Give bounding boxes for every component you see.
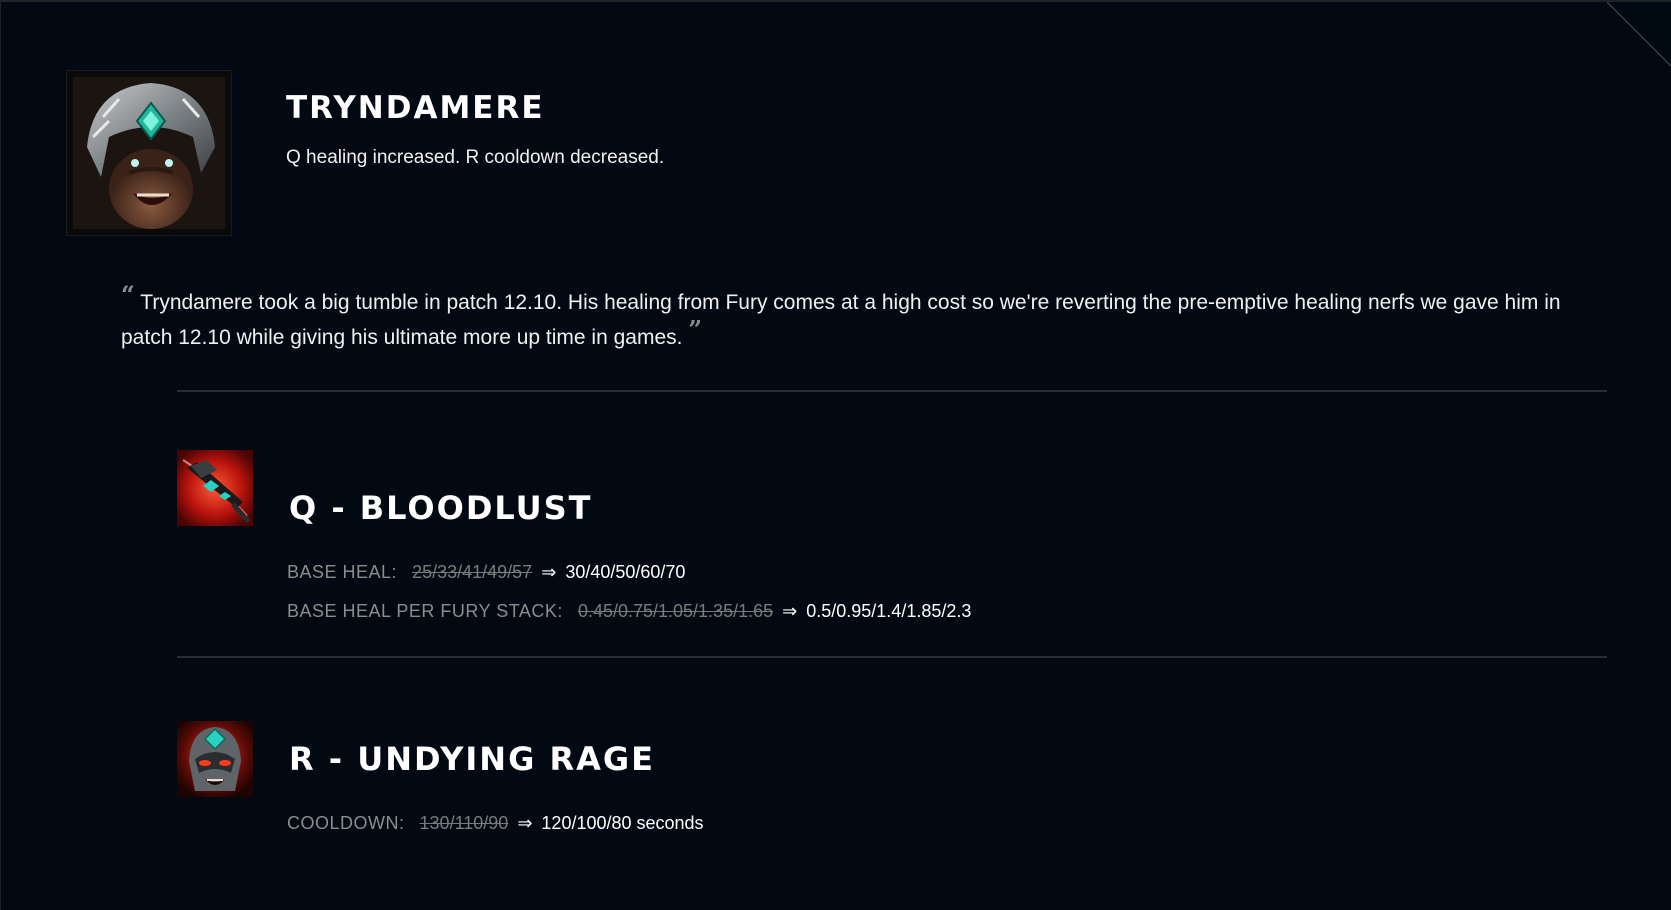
change-attribute: BASE HEAL PER FURY STACK: <box>287 601 563 621</box>
quote-text: Tryndamere took a big tumble in patch 12… <box>121 291 1561 349</box>
tryndamere-portrait-icon <box>67 71 231 235</box>
section-divider <box>177 390 1607 392</box>
section-divider <box>177 656 1607 658</box>
champion-summary: Q healing increased. R cooldown decrease… <box>286 147 665 168</box>
ability-title-q: Q - BLOODLUST <box>289 489 593 527</box>
change-arrow-icon: ⇒ <box>517 813 533 833</box>
undying-rage-ability-icon <box>177 721 253 797</box>
ability-title-r: R - UNDYING RAGE <box>289 740 655 778</box>
change-old-value: 0.45/0.75/1.05/1.35/1.65 <box>577 601 774 621</box>
change-attribute: BASE HEAL: <box>287 562 398 582</box>
panel-corner-decoration <box>1607 2 1671 66</box>
change-new-value: 120/100/80 seconds <box>541 813 704 833</box>
quote-open-mark: “ <box>121 280 135 309</box>
quote-close-mark: ” <box>688 315 703 344</box>
change-new-value: 30/40/50/60/70 <box>565 562 686 582</box>
designer-quote: “ Tryndamere took a big tumble in patch … <box>121 280 1561 354</box>
bloodlust-ability-icon <box>177 450 253 526</box>
change-line-base-heal-per-fury: BASE HEAL PER FURY STACK: 0.45/0.75/1.05… <box>287 601 971 622</box>
change-new-value: 0.5/0.95/1.4/1.85/2.3 <box>806 601 972 621</box>
change-old-value: 130/110/90 <box>419 813 509 833</box>
change-arrow-icon: ⇒ <box>541 562 557 582</box>
change-line-cooldown: COOLDOWN: 130/110/90 ⇒ 120/100/80 second… <box>287 813 704 834</box>
change-old-value: 25/33/41/49/57 <box>412 562 533 582</box>
change-line-base-heal: BASE HEAL: 25/33/41/49/57 ⇒ 30/40/50/60/… <box>287 562 685 583</box>
patch-notes-champion-panel: TRYNDAMERE Q healing increased. R cooldo… <box>0 0 1671 910</box>
change-attribute: COOLDOWN: <box>287 813 405 833</box>
change-arrow-icon: ⇒ <box>782 601 798 621</box>
champion-name: TRYNDAMERE <box>286 90 545 126</box>
